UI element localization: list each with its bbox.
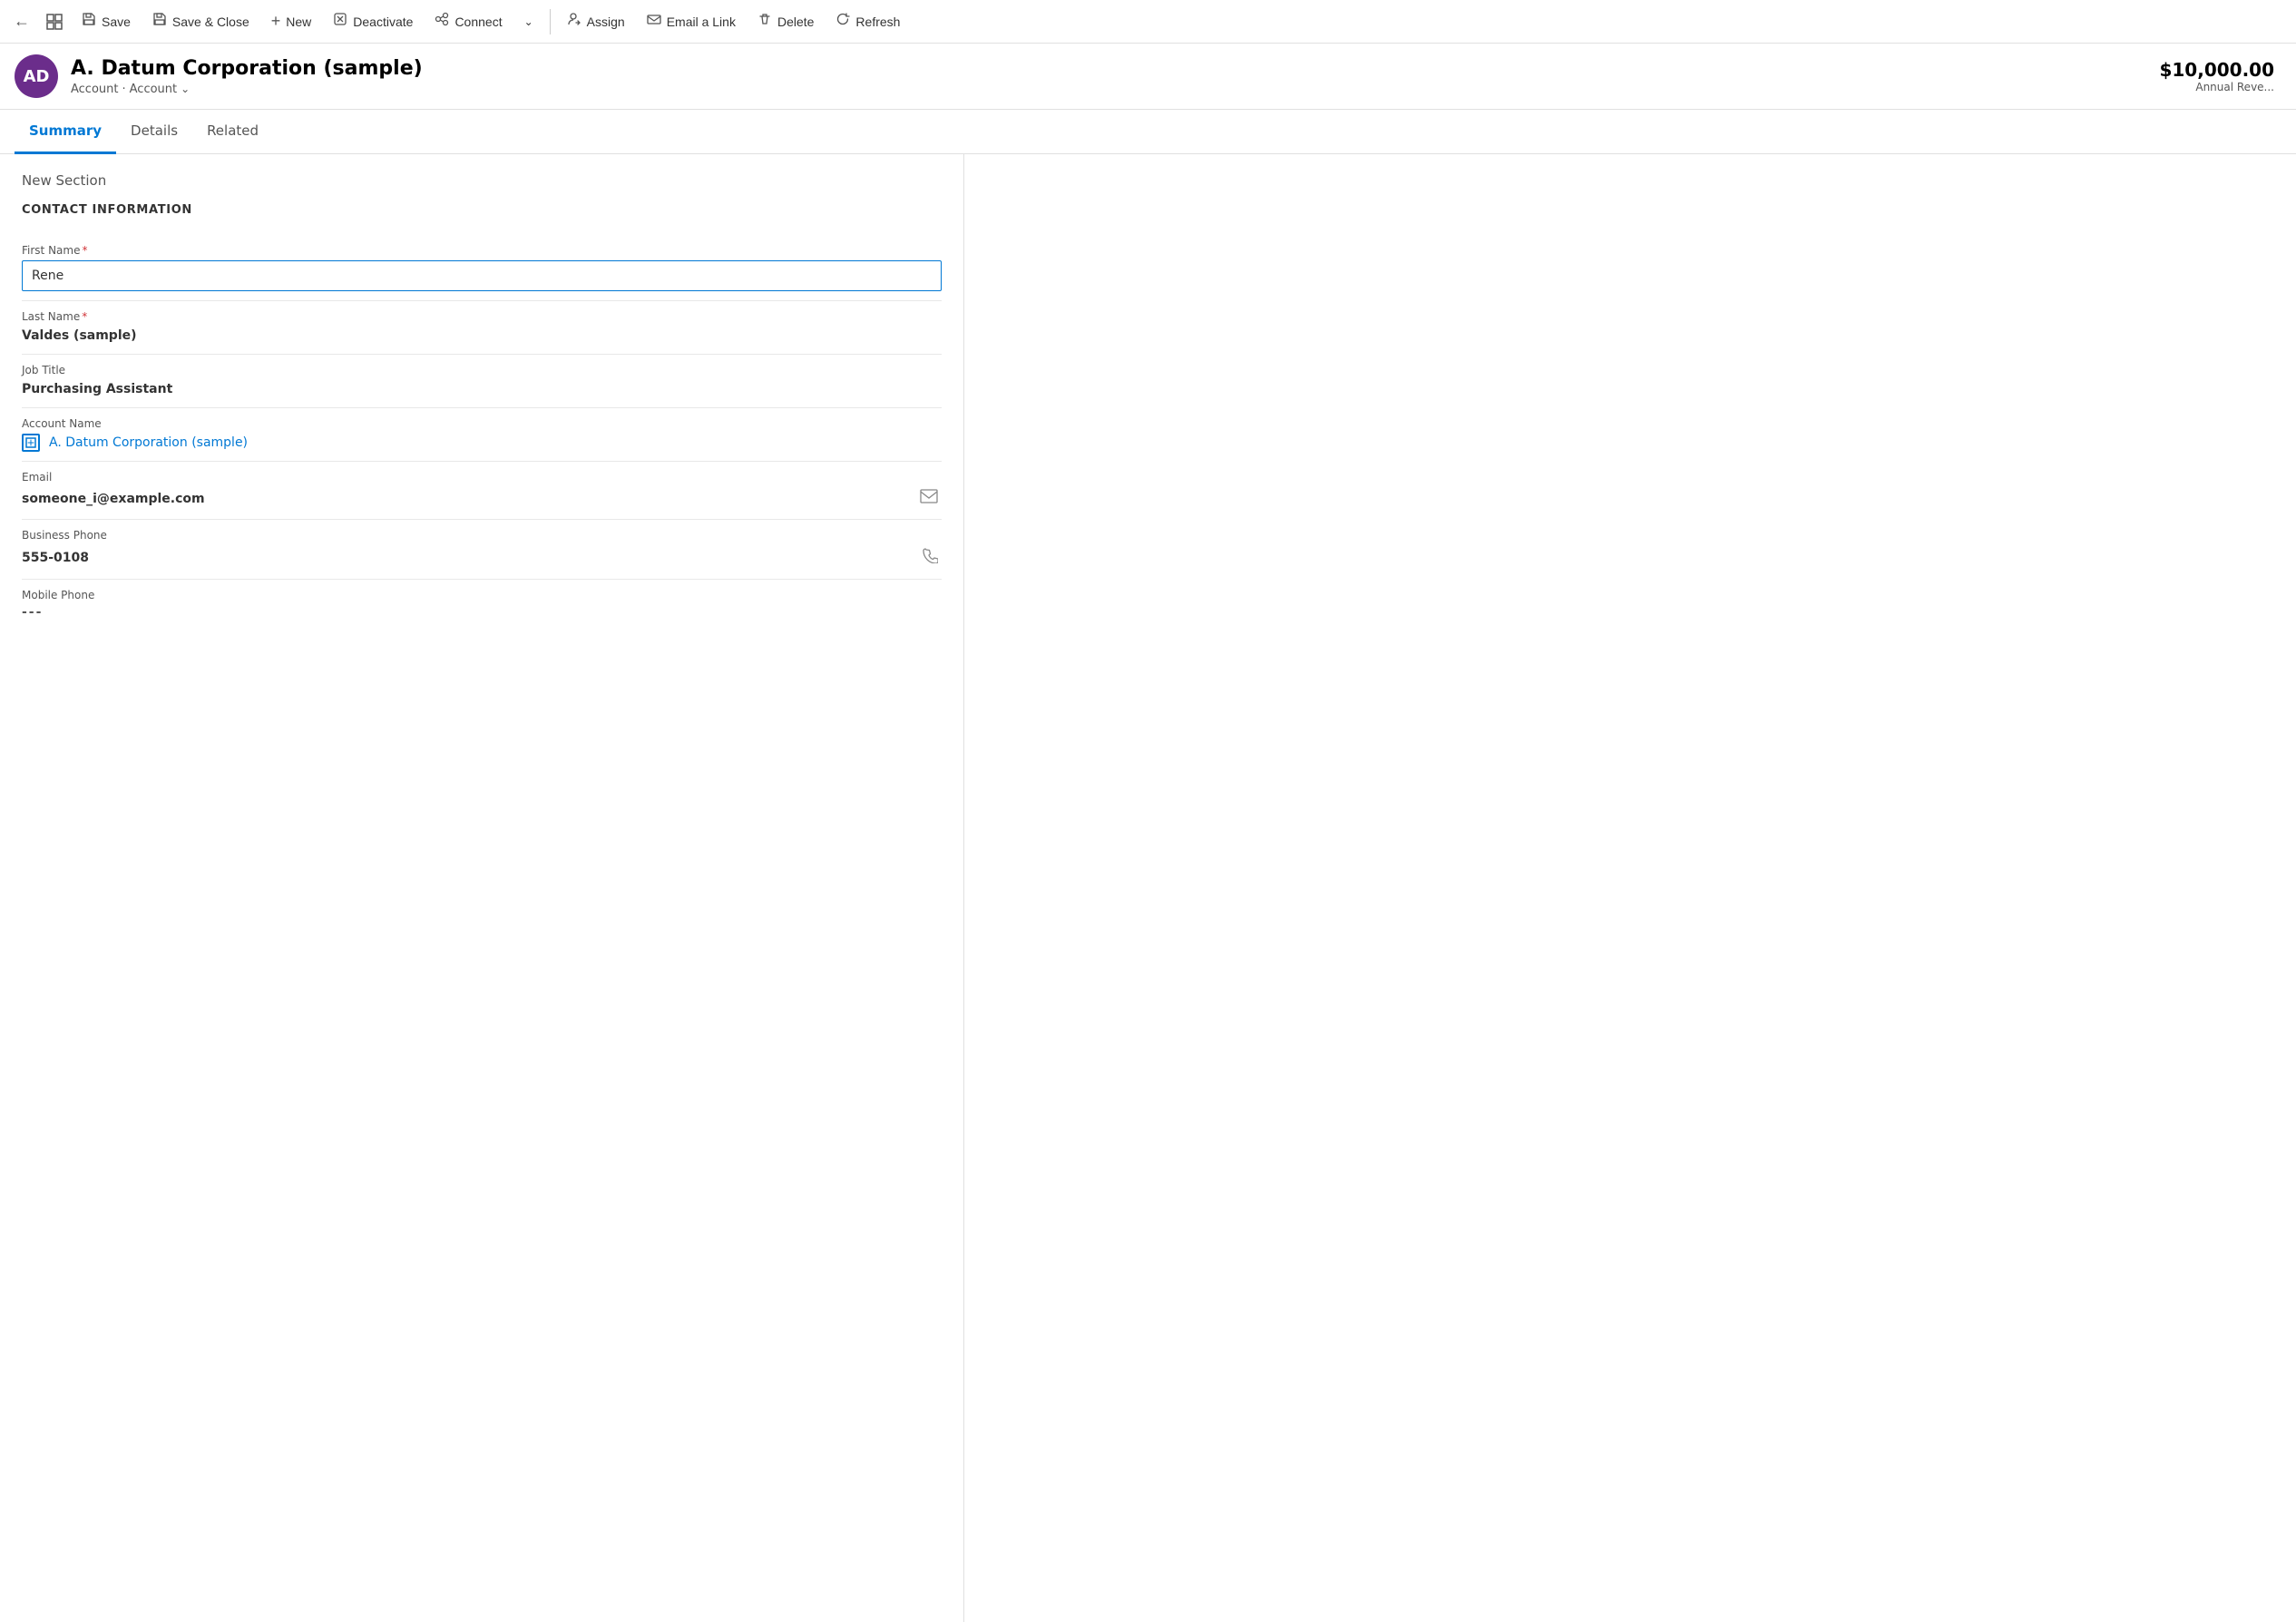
deactivate-icon [333,12,347,31]
job-title-value: Purchasing Assistant [22,380,942,398]
save-button[interactable]: Save [73,6,140,36]
section-title: New Section [22,172,942,189]
right-panel [964,154,2296,1622]
assign-button[interactable]: Assign [558,6,634,36]
email-link-button[interactable]: Email a Link [638,6,745,36]
business-phone-value: 555-0108 [22,549,89,567]
first-name-label: First Name * [22,244,942,257]
record-header-right: $10,000.00 Annual Reve... [2159,59,2281,93]
last-name-label: Last Name * [22,310,942,323]
content-area: New Section CONTACT INFORMATION First Na… [0,154,2296,1622]
account-link-icon [22,434,40,452]
business-phone-label: Business Phone [22,529,942,542]
refresh-icon [835,12,850,31]
tabs-bar: Summary Details Related [0,110,2296,154]
save-icon [82,12,96,31]
first-name-input[interactable] [22,260,942,291]
field-job-title: Job Title Purchasing Assistant [22,355,942,408]
phone-action-icon[interactable] [918,545,942,570]
account-name-link[interactable]: A. Datum Corporation (sample) [22,434,942,452]
connect-button[interactable]: Connect [425,6,511,36]
more-icon: ⌄ [524,15,533,28]
last-name-required: * [82,310,87,323]
left-panel: New Section CONTACT INFORMATION First Na… [0,154,964,1622]
field-account-name: Account Name A. Datum Corporation (sampl… [22,408,942,462]
field-mobile-phone: Mobile Phone --- [22,580,942,629]
annual-revenue-label: Annual Reve... [2159,81,2274,93]
more-button[interactable]: ⌄ [515,10,542,34]
refresh-label: Refresh [855,15,900,29]
toolbar: ← Save Save & Close + New Deactivate [0,0,2296,44]
account-name-label: Account Name [22,417,942,430]
first-name-required: * [82,244,87,257]
mobile-phone-label: Mobile Phone [22,589,942,601]
toolbar-separator [550,9,551,34]
record-info: A. Datum Corporation (sample) Account · … [71,57,423,96]
email-label: Email [22,471,942,484]
save-close-button[interactable]: Save & Close [143,6,259,36]
record-header-left: AD A. Datum Corporation (sample) Account… [15,54,423,98]
field-first-name: First Name * [22,235,942,301]
connect-icon [435,12,449,31]
last-name-value: Valdes (sample) [22,327,942,345]
record-header: AD A. Datum Corporation (sample) Account… [0,44,2296,110]
save-close-label: Save & Close [172,15,249,29]
email-link-icon [647,12,661,31]
job-title-label: Job Title [22,364,942,376]
field-business-phone: Business Phone 555-0108 [22,520,942,580]
deactivate-label: Deactivate [353,15,413,29]
email-value-row: someone_i@example.com [22,487,942,510]
tab-summary[interactable]: Summary [15,110,116,154]
save-close-icon [152,12,167,31]
back-button[interactable]: ← [7,7,36,36]
new-button[interactable]: + New [262,6,321,36]
tab-related[interactable]: Related [192,110,273,154]
new-label: New [286,15,311,29]
breadcrumb-separator: · [122,83,126,96]
section-header: CONTACT INFORMATION [22,203,942,217]
assign-label: Assign [587,15,625,29]
email-value: someone_i@example.com [22,490,205,508]
mobile-phone-value: --- [22,605,942,620]
breadcrumb-dropdown-icon[interactable]: ⌄ [181,83,190,95]
save-label: Save [102,15,131,29]
delete-label: Delete [777,15,814,29]
refresh-button[interactable]: Refresh [826,6,909,36]
breadcrumb-view[interactable]: Account [130,83,178,96]
field-email: Email someone_i@example.com [22,462,942,520]
breadcrumb-type[interactable]: Account [71,83,119,96]
annual-revenue-value: $10,000.00 [2159,59,2274,81]
field-last-name: Last Name * Valdes (sample) [22,301,942,355]
field-group: First Name * Last Name * Valdes (sample)… [22,235,942,629]
connect-label: Connect [454,15,502,29]
business-phone-value-row: 555-0108 [22,545,942,570]
delete-icon [757,12,772,31]
delete-button[interactable]: Delete [748,6,823,36]
form-selector-button[interactable] [40,7,69,36]
deactivate-button[interactable]: Deactivate [324,6,422,36]
breadcrumb: Account · Account ⌄ [71,83,423,96]
record-title: A. Datum Corporation (sample) [71,57,423,80]
avatar: AD [15,54,58,98]
email-action-icon[interactable] [916,487,942,510]
tab-details[interactable]: Details [116,110,192,154]
new-icon: + [271,12,281,31]
assign-icon [567,12,581,31]
email-link-label: Email a Link [667,15,736,29]
